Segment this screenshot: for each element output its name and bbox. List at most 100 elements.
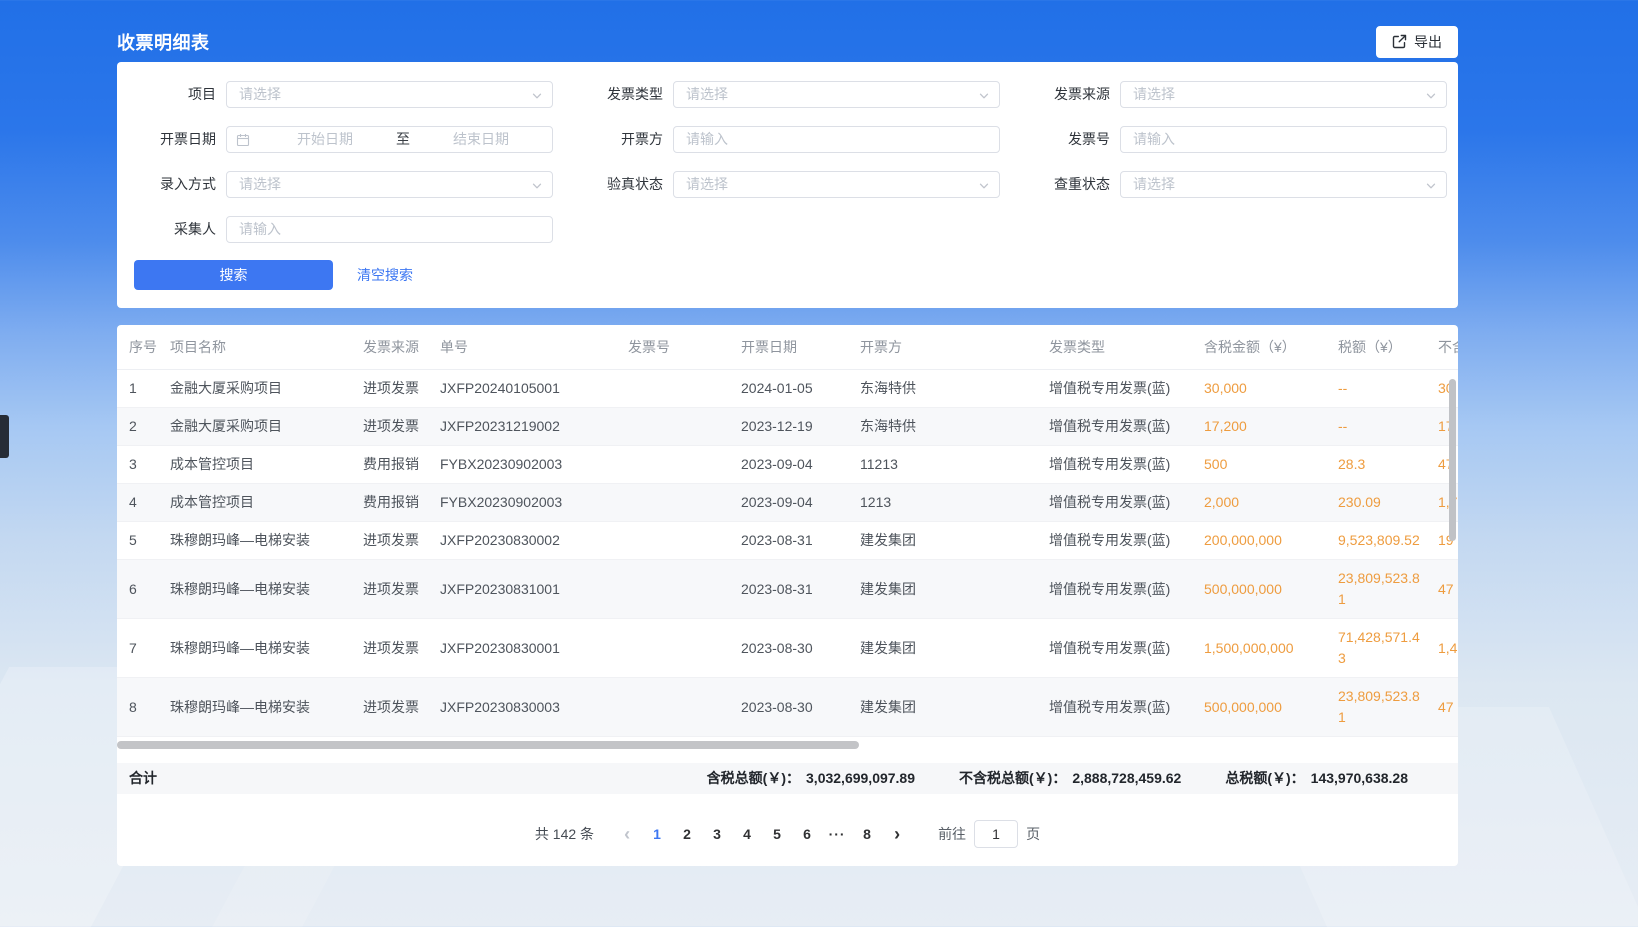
- vertical-scrollbar-thumb[interactable]: [1449, 379, 1456, 541]
- cell-amount-with-tax: 500: [1196, 445, 1330, 483]
- column-header-tax-amount: 税额（¥）: [1330, 325, 1430, 369]
- pagination-page-5[interactable]: 5: [762, 820, 792, 848]
- pagination-page-1[interactable]: 1: [642, 820, 672, 848]
- page-header: 收票明细表 导出: [117, 0, 1458, 62]
- table-row: 4成本管控项目费用报销FYBX202309020032023-09-041213…: [117, 483, 1458, 521]
- select-placeholder: 请选择: [1121, 84, 1175, 104]
- pagination-ellipsis[interactable]: ···: [822, 820, 852, 848]
- pagination-page-8[interactable]: 8: [852, 820, 882, 848]
- cell-index: 2: [117, 407, 162, 445]
- cell-project-name: 珠穆朗玛峰—电梯安装: [162, 677, 355, 736]
- cell-project-name: 珠穆朗玛峰—电梯安装: [162, 559, 355, 618]
- filter-field-issuer: 开票方: [581, 126, 1028, 152]
- table-row: 6珠穆朗玛峰—电梯安装进项发票JXFP202308310012023-08-31…: [117, 559, 1458, 618]
- filter-project-select[interactable]: 请选择: [226, 81, 553, 108]
- cell-amount-with-tax: 500,000,000: [1196, 677, 1330, 736]
- filter-invoice-date-range-picker[interactable]: 开始日期至结束日期: [226, 126, 553, 153]
- filter-collector-input[interactable]: [226, 216, 553, 243]
- filter-verification-status-select[interactable]: 请选择: [673, 171, 1000, 198]
- horizontal-scrollbar-thumb[interactable]: [117, 741, 859, 749]
- pagination-page-6[interactable]: 6: [792, 820, 822, 848]
- cell-tax-amount: 230.09: [1330, 483, 1430, 521]
- select-placeholder: 请选择: [227, 174, 281, 194]
- pagination-prev-button[interactable]: ‹: [612, 820, 642, 848]
- cell-invoice-no: [620, 521, 733, 559]
- cell-invoice-source: 进项发票: [355, 407, 432, 445]
- filter-invoice-date-label: 开票日期: [134, 129, 216, 149]
- export-button[interactable]: 导出: [1376, 26, 1458, 58]
- main-container: 收票明细表 导出 项目请选择发票类型请选择发票来源请选择开票日期开始日期至结束日…: [117, 0, 1458, 866]
- pagination: 共 142 条 ‹ 123456···8 › 前往 页: [117, 820, 1458, 848]
- cell-invoice-source: 进项发票: [355, 618, 432, 677]
- filter-field-invoice-source: 发票来源请选择: [1028, 81, 1475, 107]
- column-header-invoice-type: 发票类型: [1041, 325, 1196, 369]
- invoice-table-card: 序号项目名称发票来源单号发票号开票日期开票方发票类型含税金额（¥）税额（¥）不含…: [117, 325, 1458, 866]
- cell-doc-no: JXFP20240105001: [432, 369, 620, 407]
- pagination-goto-input[interactable]: [974, 820, 1018, 848]
- filter-project-label: 项目: [134, 84, 216, 104]
- filter-verification-status-label: 验真状态: [581, 174, 663, 194]
- cell-amount-with-tax: 500,000,000: [1196, 559, 1330, 618]
- column-header-issuer: 开票方: [852, 325, 1041, 369]
- cell-index: 5: [117, 521, 162, 559]
- select-placeholder: 请选择: [1121, 174, 1175, 194]
- totals-label: 合计: [117, 768, 157, 788]
- filter-invoice-source-select[interactable]: 请选择: [1120, 81, 1447, 108]
- cell-doc-no: JXFP20230830003: [432, 677, 620, 736]
- cell-doc-no: FYBX20230902003: [432, 483, 620, 521]
- total-tax-amount: 总税额(￥)：143,970,638.28: [1225, 768, 1408, 788]
- cell-index: 4: [117, 483, 162, 521]
- cell-invoice-source: 进项发票: [355, 369, 432, 407]
- filter-field-collector: 采集人: [134, 216, 581, 242]
- horizontal-scrollbar: [117, 741, 1458, 749]
- filter-invoice-no-input[interactable]: [1120, 126, 1447, 153]
- totals-row: 合计 含税总额(￥)：3,032,699,097.89 不含税总额(￥)：2,8…: [117, 763, 1458, 794]
- cell-issuer: 1213: [852, 483, 1041, 521]
- cell-invoice-no: [620, 483, 733, 521]
- filter-field-entry-method: 录入方式请选择: [134, 171, 581, 197]
- cell-amount-without-tax: 1,4: [1430, 618, 1458, 677]
- cell-invoice-date: 2023-09-04: [733, 445, 852, 483]
- pagination-page-2[interactable]: 2: [672, 820, 702, 848]
- cell-invoice-no: [620, 677, 733, 736]
- cell-amount-with-tax: 17,200: [1196, 407, 1330, 445]
- table-row: 5珠穆朗玛峰—电梯安装进项发票JXFP202308300022023-08-31…: [117, 521, 1458, 559]
- clear-search-link[interactable]: 清空搜索: [357, 265, 413, 285]
- cell-amount-with-tax: 1,500,000,000: [1196, 618, 1330, 677]
- cell-tax-amount: 9,523,809.52: [1330, 521, 1430, 559]
- select-placeholder: 请选择: [674, 174, 728, 194]
- search-button[interactable]: 搜索: [134, 260, 333, 290]
- total-amount-with-tax: 含税总额(￥)：3,032,699,097.89: [707, 768, 915, 788]
- cell-tax-amount: 71,428,571.43: [1330, 618, 1430, 677]
- filter-grid: 项目请选择发票类型请选择发票来源请选择开票日期开始日期至结束日期开票方发票号录入…: [134, 81, 1458, 242]
- filter-entry-method-select[interactable]: 请选择: [226, 171, 553, 198]
- cell-invoice-type: 增值税专用发票(蓝): [1041, 445, 1196, 483]
- column-header-doc-no: 单号: [432, 325, 620, 369]
- left-edge-drawer-handle[interactable]: [0, 415, 9, 458]
- pagination-page-4[interactable]: 4: [732, 820, 762, 848]
- cell-doc-no: JXFP20230831001: [432, 559, 620, 618]
- pagination-page-3[interactable]: 3: [702, 820, 732, 848]
- cell-invoice-type: 增值税专用发票(蓝): [1041, 618, 1196, 677]
- cell-invoice-no: [620, 369, 733, 407]
- cell-issuer: 11213: [852, 445, 1041, 483]
- filter-invoice-source-label: 发票来源: [1028, 84, 1110, 104]
- chevron-down-icon: [978, 89, 990, 107]
- cell-tax-amount: 28.3: [1330, 445, 1430, 483]
- cell-project-name: 金融大厦采购项目: [162, 369, 355, 407]
- filter-duplicate-check-status-select[interactable]: 请选择: [1120, 171, 1447, 198]
- pagination-next-button[interactable]: ›: [882, 820, 912, 848]
- filter-issuer-input[interactable]: [673, 126, 1000, 153]
- cell-project-name: 金融大厦采购项目: [162, 407, 355, 445]
- filter-invoice-type-select[interactable]: 请选择: [673, 81, 1000, 108]
- cell-index: 3: [117, 445, 162, 483]
- cell-invoice-source: 进项发票: [355, 521, 432, 559]
- cell-doc-no: FYBX20230902003: [432, 445, 620, 483]
- select-placeholder: 请选择: [674, 84, 728, 104]
- filter-empty-cell: [581, 216, 1028, 242]
- chevron-down-icon: [978, 179, 990, 197]
- cell-invoice-type: 增值税专用发票(蓝): [1041, 521, 1196, 559]
- select-placeholder: 请选择: [227, 84, 281, 104]
- cell-amount-without-tax: 47: [1430, 677, 1458, 736]
- cell-invoice-type: 增值税专用发票(蓝): [1041, 483, 1196, 521]
